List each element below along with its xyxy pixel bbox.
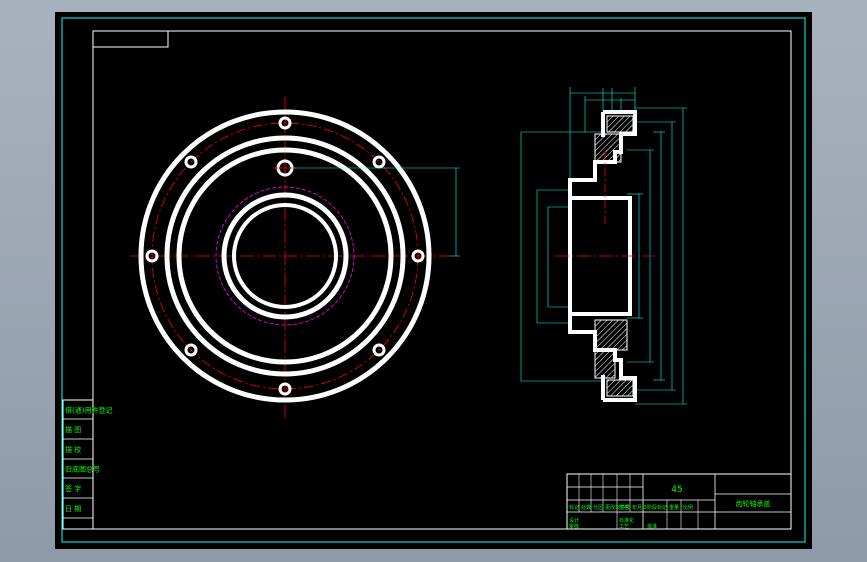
title-block-label: 年月日 <box>632 504 647 511</box>
section-dims-right <box>627 107 687 405</box>
top-left-tag-box <box>92 30 169 48</box>
left-panel-label: 签 字 <box>65 484 81 493</box>
left-register-panel: 借(通)用件登记描 图描 校旧底图总号签 字日 期 <box>62 399 112 530</box>
title-block-label: 比例 <box>683 504 693 511</box>
part-name-label: 齿轮轴承盖 <box>736 499 771 508</box>
left-panel-label: 描 校 <box>65 445 81 454</box>
front-view <box>130 97 460 418</box>
title-block-label: 标记 <box>569 504 579 511</box>
section-view <box>520 87 687 405</box>
left-panel-label: 旧底图总号 <box>65 465 100 474</box>
section-hatch-top <box>594 133 622 163</box>
title-block-label: 重量 <box>669 504 679 511</box>
left-panel-label: 借(通)用件登记 <box>65 406 112 415</box>
title-block-label: 审核 <box>569 523 579 530</box>
title-block-label: 分区 <box>593 504 603 511</box>
title-block-label: 签名 <box>619 504 629 511</box>
material-label: 45 <box>671 485 682 495</box>
left-panel-label: 日 期 <box>65 505 81 513</box>
title-block-label: 阶段标记 <box>647 504 667 511</box>
title-block-label: 工艺 <box>619 524 629 530</box>
title-block: 45 齿轮轴承盖 标记 处数 分区 更改文件号签名 年月日设计 标准化阶段标记 重量 比例审核… <box>566 473 792 530</box>
section-hatch-bottom-lip <box>606 379 634 397</box>
inner-frame <box>92 30 792 530</box>
section-dims-left <box>520 131 601 382</box>
cad-drawing: 借(通)用件登记描 图描 校旧底图总号签 字日 期 45 齿轮轴承盖 标记 处数分… <box>61 17 806 543</box>
section-hatch-top-lip <box>606 115 634 133</box>
drawing-sheet: 借(通)用件登记描 图描 校旧底图总号签 字日 期 45 齿轮轴承盖 标记 处数分… <box>55 12 812 549</box>
outer-frame <box>61 17 806 543</box>
bolt-hole <box>372 155 386 169</box>
title-block-label: 处数 <box>581 504 591 511</box>
title-block-label: 标准化 <box>619 517 634 524</box>
left-panel-label: 描 图 <box>65 425 81 434</box>
title-block-label: 批准 <box>647 523 657 530</box>
title-block-label: 设计 <box>569 517 579 524</box>
